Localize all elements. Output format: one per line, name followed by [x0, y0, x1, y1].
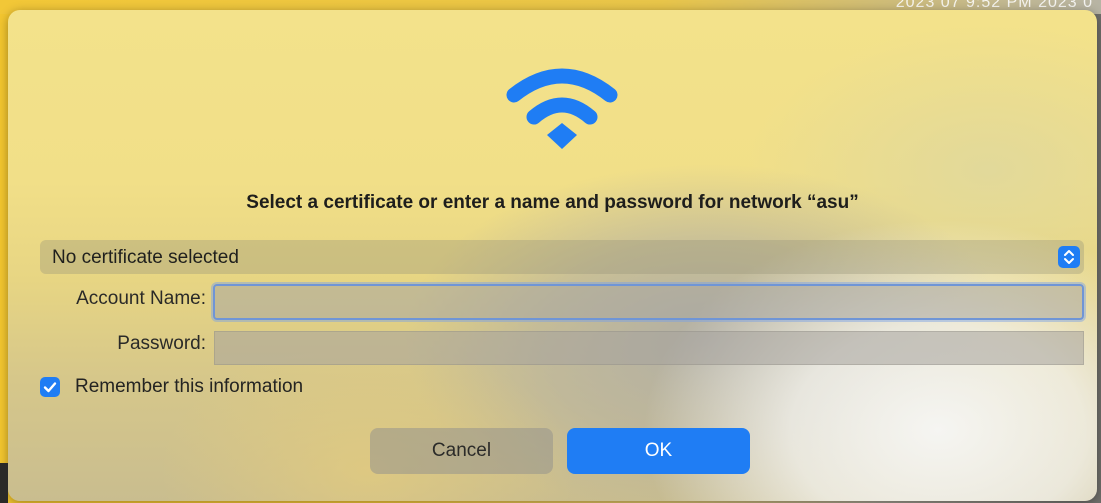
dialog-title: Select a certificate or enter a name and… [246, 192, 859, 213]
remember-label[interactable]: Remember this information [75, 376, 303, 398]
ok-button[interactable]: OK [567, 428, 750, 474]
chevron-updown-icon[interactable] [1058, 246, 1080, 268]
account-name-input[interactable] [213, 284, 1084, 320]
cancel-button[interactable]: Cancel [370, 428, 553, 474]
desktop-edge [0, 463, 8, 503]
account-name-label: Account Name: [76, 288, 206, 309]
password-input[interactable] [214, 331, 1084, 365]
remember-checkbox[interactable] [40, 377, 60, 397]
wifi-icon [506, 68, 618, 149]
checkmark-icon [43, 382, 57, 393]
certificate-select-value: No certificate selected [52, 247, 239, 268]
password-label: Password: [117, 333, 206, 354]
certificate-select[interactable]: No certificate selected [40, 240, 1084, 274]
wifi-auth-dialog: Select a certificate or enter a name and… [8, 10, 1097, 501]
